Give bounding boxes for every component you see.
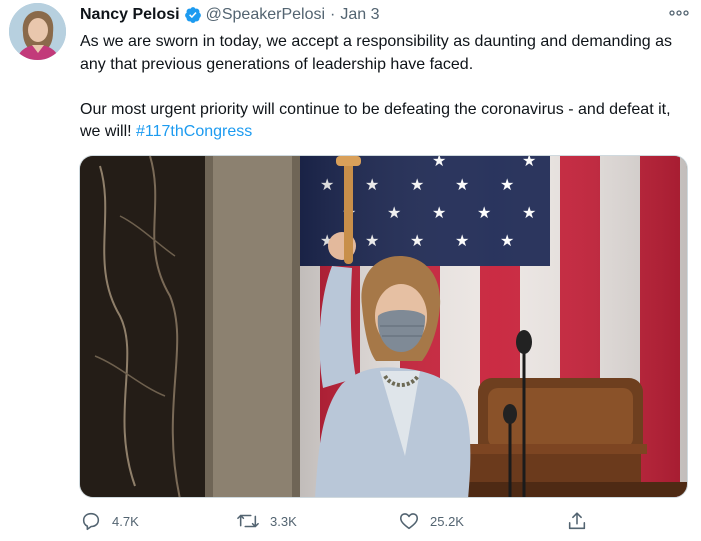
photo-illustration: ★★★★★ ★★★★★ ★★★★★ ★★★	[80, 156, 687, 497]
tweet-date[interactable]: Jan 3	[340, 6, 379, 24]
tweet-header: Nancy Pelosi @SpeakerPelosi · Jan 3	[80, 5, 380, 25]
like-count: 25.2K	[430, 513, 464, 529]
retweet-icon	[237, 514, 259, 528]
share-icon	[568, 512, 586, 530]
retweet-count: 3.3K	[270, 513, 297, 529]
heart-icon	[399, 513, 419, 530]
reply-icon	[82, 512, 100, 531]
verified-badge-icon	[184, 6, 202, 24]
hashtag-link[interactable]: #117thCongress	[136, 123, 252, 140]
like-button[interactable]: 25.2K	[398, 510, 464, 532]
tweet-photo[interactable]: ★★★★★ ★★★★★ ★★★★★ ★★★	[79, 155, 688, 498]
author-handle[interactable]: @SpeakerPelosi	[206, 6, 325, 24]
tweet-paragraph-1: As we are sworn in today, we accept a re…	[80, 33, 673, 73]
author-name[interactable]: Nancy Pelosi	[80, 6, 180, 24]
reply-button[interactable]: 4.7K	[80, 510, 139, 532]
avatar-image	[9, 3, 66, 60]
more-options-icon[interactable]	[667, 4, 691, 22]
separator-dot: ·	[330, 6, 336, 23]
avatar[interactable]	[9, 3, 66, 60]
retweet-button[interactable]: 3.3K	[236, 510, 297, 532]
tweet-paragraph-2: Our most urgent priority will continue t…	[80, 99, 690, 144]
tweet-text: As we are sworn in today, we accept a re…	[80, 31, 690, 144]
tweet-actions: 4.7K 3.3K 25.2K	[80, 510, 690, 536]
share-button[interactable]	[566, 510, 588, 532]
reply-count: 4.7K	[112, 513, 139, 529]
